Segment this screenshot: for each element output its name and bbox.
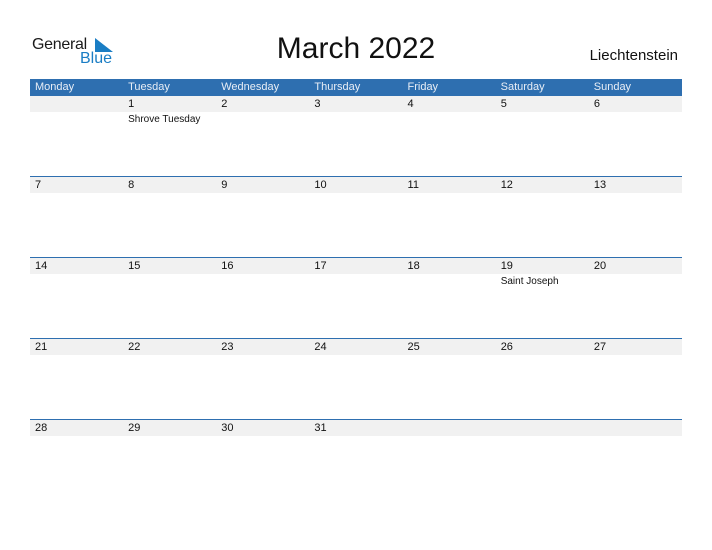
day-cell: 30 [216,420,309,501]
day-number: 16 [221,260,234,272]
day-number: 2 [221,98,228,110]
week-row: 28 29 30 31 [30,419,682,501]
day-number: 27 [593,341,607,353]
day-cell: 1 Shrove Tuesday [123,96,216,177]
day-number: 28 [35,422,48,434]
day-cell [589,420,682,501]
day-number: 22 [128,341,141,353]
day-cell: 25 [403,339,496,420]
weekday-monday: Monday [35,81,75,93]
holiday-label: Saint Joseph [500,276,559,287]
day-cell: 21 [30,339,123,420]
weekday-wednesday: Wednesday [221,81,280,93]
day-cell: 6 [589,96,682,177]
day-number: 7 [35,179,42,191]
day-cell: 8 [123,177,216,258]
day-cell: 10 [309,177,402,258]
day-cell: 12 [496,177,589,258]
day-number: 18 [407,260,420,272]
day-number: 4 [407,98,414,110]
day-number: 21 [35,341,48,353]
day-cell: 23 [216,339,309,420]
day-cell [30,96,123,177]
day-number: 8 [128,179,135,191]
day-number: 9 [221,179,228,191]
day-number: 12 [500,179,513,191]
week-row: 21 22 23 24 25 26 27 [30,338,682,420]
day-number: 6 [593,98,600,110]
day-cell: 14 [30,258,123,339]
day-number: 3 [314,98,321,110]
day-cell: 17 [309,258,402,339]
weekday-friday: Friday [407,81,439,93]
day-number: 26 [500,341,513,353]
weekday-header: Monday Tuesday Wednesday Thursday Friday… [30,79,682,96]
day-number: 17 [314,260,327,272]
day-cell: 31 [309,420,402,501]
day-cell: 4 [403,96,496,177]
day-cell: 2 [216,96,309,177]
day-number: 23 [221,341,234,353]
holiday-label: Shrove Tuesday [128,114,201,125]
weekday-sunday: Sunday [593,81,632,93]
day-cell: 13 [589,177,682,258]
day-number: 5 [500,98,507,110]
day-cell: 7 [30,177,123,258]
day-cell: 19 Saint Joseph [496,258,589,339]
day-cell: 24 [309,339,402,420]
weekday-tuesday: Tuesday [128,81,170,93]
day-number: 30 [221,422,234,434]
day-number: 14 [35,260,48,272]
day-number: 1 [128,98,135,110]
day-number: 25 [407,341,420,353]
day-number: 29 [128,422,141,434]
day-cell: 27 [589,339,682,420]
day-cell: 5 [496,96,589,177]
day-number: 13 [593,179,607,191]
weekday-thursday: Thursday [314,81,361,93]
day-cell: 16 [216,258,309,339]
day-cell: 11 [403,177,496,258]
weekday-saturday: Saturday [500,81,545,93]
week-row: 7 8 9 10 11 12 13 [30,176,682,258]
week-row: 14 15 16 17 18 19 Saint Joseph 20 [30,257,682,339]
day-cell [496,420,589,501]
day-number: 15 [128,260,141,272]
day-cell: 28 [30,420,123,501]
day-cell: 29 [123,420,216,501]
country-label: Liechtenstein [589,47,678,64]
day-number: 19 [500,260,513,272]
day-number: 11 [407,179,419,191]
week-row: 1 Shrove Tuesday 2 3 4 5 6 [30,96,682,177]
day-number: 10 [314,179,327,191]
day-cell: 15 [123,258,216,339]
day-cell [403,420,496,501]
day-cell: 9 [216,177,309,258]
day-cell: 22 [123,339,216,420]
day-number: 20 [593,260,607,272]
day-cell: 26 [496,339,589,420]
day-cell: 18 [403,258,496,339]
day-cell: 20 [589,258,682,339]
day-number: 24 [314,341,327,353]
day-number: 31 [314,422,327,434]
day-cell: 3 [309,96,402,177]
